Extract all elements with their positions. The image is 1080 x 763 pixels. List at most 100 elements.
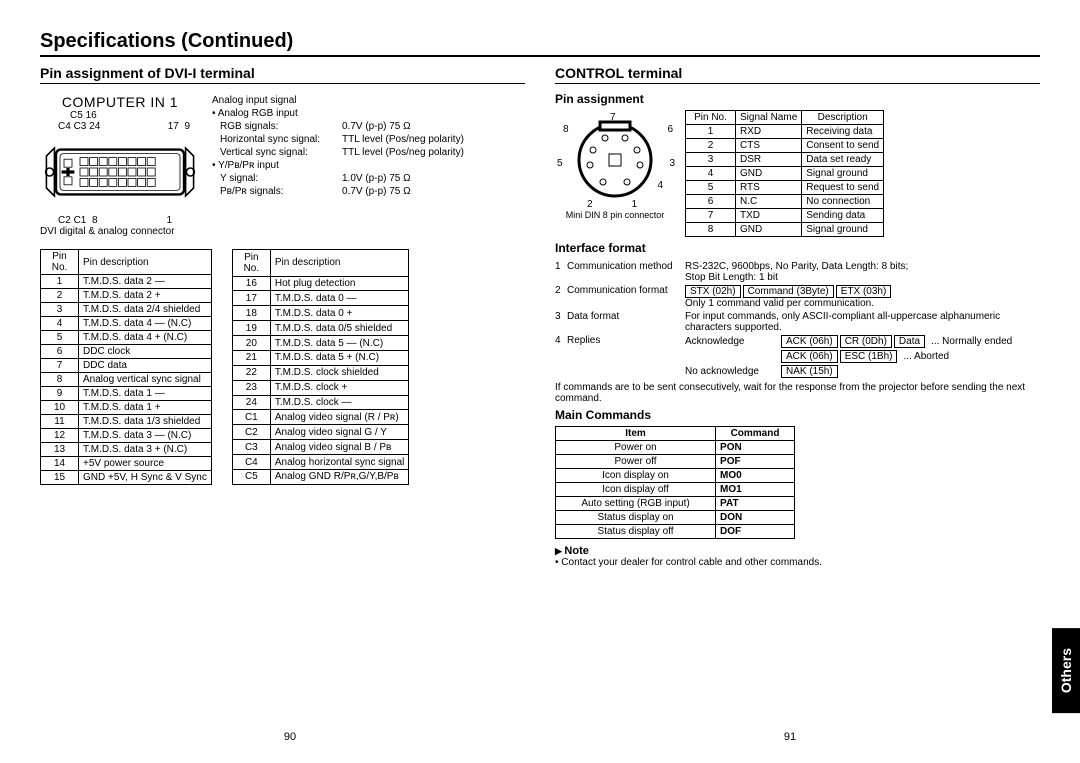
cell: PON bbox=[716, 441, 795, 455]
cell: 17 bbox=[232, 291, 270, 306]
note-text: Contact your dealer for control cable an… bbox=[555, 557, 1040, 568]
din-p4: 4 bbox=[657, 180, 663, 191]
cell: Hot plug detection bbox=[270, 276, 409, 291]
sig-hs-v: TTL level (Pos/neg polarity) bbox=[342, 133, 464, 146]
cell: Request to send bbox=[802, 181, 884, 195]
cell: 2 bbox=[686, 139, 736, 153]
cell: T.M.D.S. data 4 + (N.C) bbox=[79, 331, 212, 345]
lbl-c3: C3 bbox=[74, 121, 87, 132]
table-row: C2Analog video signal G / Y bbox=[232, 425, 409, 440]
cell: 9 bbox=[41, 387, 79, 401]
t2-h2: Pin description bbox=[270, 250, 409, 277]
cell: 1 bbox=[41, 275, 79, 289]
col-right: CONTROL terminal Pin assignment 7 8 bbox=[555, 65, 1040, 568]
cell: 2 bbox=[41, 289, 79, 303]
table-row: 3DSRData set ready bbox=[686, 153, 884, 167]
cell: N.C bbox=[736, 195, 802, 209]
cell: Analog horizontal sync signal bbox=[270, 455, 409, 470]
cell: Analog vertical sync signal bbox=[79, 373, 212, 387]
cell: GND bbox=[736, 223, 802, 237]
table-row: 17T.M.D.S. data 0 — bbox=[232, 291, 409, 306]
cell: 13 bbox=[41, 443, 79, 457]
intf4-r1: ... Normally ended bbox=[931, 336, 1012, 347]
t1-h2: Pin description bbox=[79, 250, 212, 275]
cell: DSR bbox=[736, 153, 802, 167]
table-row: 18T.M.D.S. data 0 + bbox=[232, 306, 409, 321]
table-row: 8GNDSignal ground bbox=[686, 223, 884, 237]
cell: RTS bbox=[736, 181, 802, 195]
table-row: 15GND +5V, H Sync & V Sync bbox=[41, 471, 212, 485]
cell: DDC data bbox=[79, 359, 212, 373]
intf4-r2: ... Aborted bbox=[903, 351, 949, 362]
table-row: 13T.M.D.S. data 3 + (N.C) bbox=[41, 443, 212, 457]
table-row: C3Analog video signal B / Pʙ bbox=[232, 440, 409, 455]
cell: No connection bbox=[802, 195, 884, 209]
cell: 5 bbox=[41, 331, 79, 345]
dvi-connector: COMPUTER IN 1 C5 16 C4 C3 24 17 9 bbox=[40, 94, 200, 237]
intf-block: 1Communication methodRS-232C, 9600bps, N… bbox=[555, 261, 1040, 404]
cell: Icon display on bbox=[556, 469, 716, 483]
lbl-c2: C2 bbox=[58, 215, 71, 226]
table-row: 23T.M.D.S. clock + bbox=[232, 380, 409, 395]
din-p2: 2 bbox=[587, 199, 593, 210]
ct-h2: Signal Name bbox=[736, 111, 802, 125]
cell: 3 bbox=[41, 303, 79, 317]
sig-pb-k: Pʙ/Pʀ signals: bbox=[212, 185, 342, 198]
intf2-k: Communication format bbox=[567, 285, 685, 296]
din-p1: 1 bbox=[631, 199, 637, 210]
table-row: 16Hot plug detection bbox=[232, 276, 409, 291]
cell: Analog video signal (R / Pʀ) bbox=[270, 410, 409, 425]
table-row: 11T.M.D.S. data 1/3 shielded bbox=[41, 415, 212, 429]
lbl-p9: 9 bbox=[184, 121, 190, 132]
table-row: 7TXDSending data bbox=[686, 209, 884, 223]
lbl-c1: C1 bbox=[74, 215, 87, 226]
intf2-note: Only 1 command valid per communication. bbox=[685, 298, 1040, 309]
intf4-b6: NAK (15h) bbox=[781, 365, 838, 378]
table-row: Auto setting (RGB input)PAT bbox=[556, 497, 795, 511]
lbl-c5: C5 bbox=[70, 110, 83, 121]
table-row: 4T.M.D.S. data 4 — (N.C) bbox=[41, 317, 212, 331]
cell: 7 bbox=[41, 359, 79, 373]
cell: Consent to send bbox=[802, 139, 884, 153]
sig-y-k: Y signal: bbox=[212, 172, 342, 185]
intf3-k: Data format bbox=[567, 311, 685, 322]
table-row: 21T.M.D.S. data 5 + (N.C) bbox=[232, 350, 409, 365]
cell: MO1 bbox=[716, 483, 795, 497]
cell: GND +5V, H Sync & V Sync bbox=[79, 471, 212, 485]
cell: T.M.D.S. data 0 + bbox=[270, 306, 409, 321]
cell: Signal ground bbox=[802, 167, 884, 181]
ct-h3: Description bbox=[802, 111, 884, 125]
din-connector-icon bbox=[565, 110, 665, 210]
lbl-p1: 1 bbox=[166, 215, 172, 226]
din-p8: 8 bbox=[563, 124, 569, 135]
cell: 8 bbox=[686, 223, 736, 237]
table-row: 22T.M.D.S. clock shielded bbox=[232, 365, 409, 380]
cell: 15 bbox=[41, 471, 79, 485]
intf1-k: Communication method bbox=[567, 261, 685, 272]
cell: 6 bbox=[41, 345, 79, 359]
pin-assign-hd: Pin assignment bbox=[555, 92, 1040, 106]
intf1-v: RS-232C, 9600bps, No Parity, Data Length… bbox=[685, 261, 908, 272]
cell: Receiving data bbox=[802, 125, 884, 139]
sig-rgb-v: 0.7V (p-p) 75 Ω bbox=[342, 120, 411, 133]
sig-vs-k: Vertical sync signal: bbox=[212, 146, 342, 159]
table-row: 14+5V power source bbox=[41, 457, 212, 471]
pin-table-1: Pin No.Pin description 1T.M.D.S. data 2 … bbox=[40, 249, 212, 485]
lbl-p17: 17 bbox=[168, 121, 179, 132]
sig-y-v: 1.0V (p-p) 75 Ω bbox=[342, 172, 411, 185]
cell: 3 bbox=[686, 153, 736, 167]
ctrl-top: 7 8 6 5 3 4 2 1 Mini DIN 8 pin connector… bbox=[555, 110, 1040, 237]
intf4-ack: Acknowledge bbox=[685, 336, 775, 347]
cell: 18 bbox=[232, 306, 270, 321]
cell: POF bbox=[716, 455, 795, 469]
cell: GND bbox=[736, 167, 802, 181]
sig-row2: • Y/Pʙ/Pʀ input bbox=[212, 159, 464, 172]
cmd-h1: Item bbox=[556, 427, 716, 441]
dvi-connector-icon bbox=[40, 132, 200, 212]
intf2-b2: Command (3Byte) bbox=[743, 285, 834, 298]
cell: C5 bbox=[232, 469, 270, 484]
table-row: Power offPOF bbox=[556, 455, 795, 469]
cell: Analog video signal G / Y bbox=[270, 425, 409, 440]
table-row: 1T.M.D.S. data 2 — bbox=[41, 275, 212, 289]
lbl-p24: 24 bbox=[89, 121, 100, 132]
